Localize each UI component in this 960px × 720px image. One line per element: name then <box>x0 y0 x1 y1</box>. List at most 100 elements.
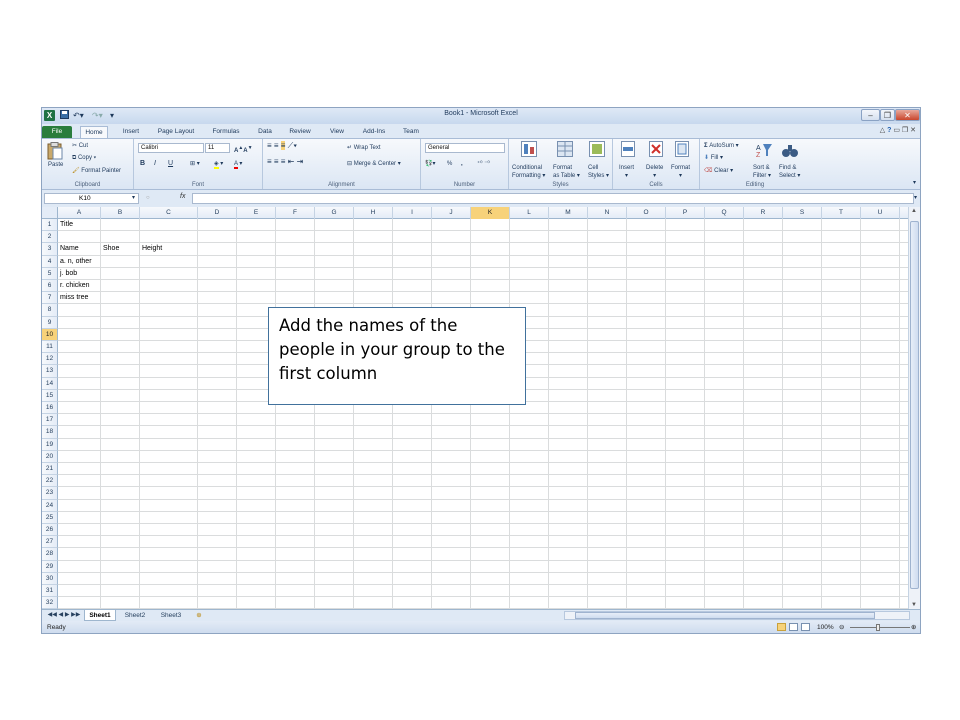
underline-button[interactable]: U <box>168 160 173 168</box>
borders-icon[interactable]: ⊞ ▾ <box>190 160 200 168</box>
row-header-20[interactable]: 20 <box>42 450 58 463</box>
row-header-5[interactable]: 5 <box>42 267 58 280</box>
zoom-level[interactable]: 100% <box>817 621 834 633</box>
row-header-2[interactable]: 2 <box>42 231 58 244</box>
zoom-slider-track[interactable] <box>850 627 910 628</box>
number-format-select[interactable]: General <box>425 143 505 153</box>
column-header-g[interactable]: G <box>315 207 354 219</box>
merge-center-button[interactable]: ⊟ Merge & Center ▾ <box>347 160 401 168</box>
comma-button[interactable]: , <box>461 160 463 168</box>
tab-page-layout[interactable]: Page Layout <box>152 126 200 138</box>
sort-filter-icon[interactable]: AZ <box>756 142 772 163</box>
row-header-6[interactable]: 6 <box>42 280 58 293</box>
cell-styles-button[interactable]: Cell Styles ▾ <box>588 164 609 180</box>
zoom-slider-thumb[interactable] <box>876 624 880 631</box>
column-header-p[interactable]: P <box>666 207 705 219</box>
row-header-22[interactable]: 22 <box>42 475 58 488</box>
currency-icon[interactable]: 💱▾ <box>425 160 435 168</box>
cell-a5[interactable]: j. bob <box>60 268 77 280</box>
row-header-4[interactable]: 4 <box>42 255 58 268</box>
cell-a7[interactable]: miss tree <box>60 292 88 304</box>
row-header-13[interactable]: 13 <box>42 365 58 378</box>
tab-home[interactable]: Home <box>80 126 108 138</box>
row-header-10[interactable]: 10 <box>42 328 58 341</box>
format-cells-button[interactable]: Format ▾ <box>671 164 690 180</box>
scroll-up-icon[interactable]: ▲ <box>911 208 917 214</box>
select-all-corner[interactable] <box>42 207 58 219</box>
align-left-icons[interactable]: ≡ ≡ ≡ ⇤ ⇥ <box>267 158 303 166</box>
zoom-out-icon[interactable]: ⊖ <box>839 621 844 633</box>
conditional-formatting-button[interactable]: Conditional Formatting ▾ <box>512 164 545 180</box>
binoculars-icon[interactable] <box>782 142 798 163</box>
column-header-f[interactable]: F <box>276 207 315 219</box>
column-header-k[interactable]: K <box>471 207 510 219</box>
row-header-7[interactable]: 7 <box>42 292 58 305</box>
ribbon-expand-icon[interactable]: ▾ <box>913 179 916 187</box>
insert-sheet-icon[interactable]: ⊕ <box>192 610 206 621</box>
sheet-tab-3[interactable]: Sheet3 <box>154 610 188 621</box>
row-header-8[interactable]: 8 <box>42 304 58 317</box>
row-header-23[interactable]: 23 <box>42 487 58 500</box>
column-header-b[interactable]: B <box>101 207 140 219</box>
column-header-c[interactable]: C <box>140 207 198 219</box>
column-header-o[interactable]: O <box>627 207 666 219</box>
sheet-tab-1[interactable]: Sheet1 <box>84 610 116 621</box>
row-header-12[interactable]: 12 <box>42 353 58 366</box>
row-header-3[interactable]: 3 <box>42 243 58 256</box>
cell-a3[interactable]: Name <box>60 243 79 255</box>
cell-a1[interactable]: Title <box>60 219 73 231</box>
wrap-text-button[interactable]: ↵ Wrap Text <box>347 144 381 152</box>
column-header-j[interactable]: J <box>432 207 471 219</box>
formula-expand-icon[interactable]: ▾ <box>914 194 917 202</box>
help-icon[interactable]: ? <box>887 127 891 134</box>
cut-button[interactable]: ✂ Cut <box>72 142 88 150</box>
restore-button[interactable]: ❐ <box>880 109 895 121</box>
format-cells-icon[interactable] <box>675 141 689 162</box>
insert-cells-button[interactable]: Insert ▾ <box>619 164 634 180</box>
tab-view[interactable]: View <box>324 126 350 138</box>
sort-filter-button[interactable]: Sort & Filter ▾ <box>753 164 771 180</box>
column-header-l[interactable]: L <box>510 207 549 219</box>
tab-review[interactable]: Review <box>284 126 316 138</box>
column-header-n[interactable]: N <box>588 207 627 219</box>
tab-add-ins[interactable]: Add-Ins <box>356 126 392 138</box>
cell-styles-icon[interactable] <box>589 141 605 162</box>
column-header-r[interactable]: R <box>744 207 783 219</box>
font-size-select[interactable]: 11 <box>205 143 230 153</box>
row-header-31[interactable]: 31 <box>42 585 58 598</box>
row-header-27[interactable]: 27 <box>42 536 58 549</box>
scroll-down-icon[interactable]: ▼ <box>911 602 917 608</box>
row-header-11[interactable]: 11 <box>42 341 58 354</box>
tab-formulas[interactable]: Formulas <box>206 126 246 138</box>
page-break-view-icon[interactable] <box>801 623 810 631</box>
horizontal-scroll-thumb[interactable] <box>575 612 875 619</box>
row-header-32[interactable]: 32 <box>42 597 58 609</box>
format-painter-button[interactable]: 🖌 Format Painter <box>72 167 121 175</box>
sheet-tab-2[interactable]: Sheet2 <box>118 610 152 621</box>
help-icons[interactable]: △ ? ▭ ❐ ✕ <box>880 126 916 134</box>
tab-insert[interactable]: Insert <box>116 126 146 138</box>
row-header-19[interactable]: 19 <box>42 438 58 451</box>
row-header-28[interactable]: 28 <box>42 548 58 561</box>
name-box[interactable]: K10 <box>44 193 139 204</box>
bold-button[interactable]: B <box>140 160 145 168</box>
horizontal-scrollbar[interactable] <box>564 611 910 620</box>
column-header-e[interactable]: E <box>237 207 276 219</box>
close-button[interactable]: ✕ <box>895 109 920 121</box>
fill-color-icon[interactable]: ◈ ▾ <box>214 160 223 169</box>
column-header-a[interactable]: A <box>58 207 101 219</box>
row-header-14[interactable]: 14 <box>42 377 58 390</box>
column-header-m[interactable]: M <box>549 207 588 219</box>
worksheet-grid[interactable]: ABCDEFGHIJKLMNOPQRSTU 1 2 3 4 5 6 7 8 9 10 11 12 13 1… <box>42 207 908 609</box>
normal-view-icon[interactable] <box>777 623 786 631</box>
tab-file[interactable]: File <box>42 126 72 138</box>
column-header-h[interactable]: H <box>354 207 393 219</box>
format-as-table-icon[interactable] <box>557 141 573 162</box>
column-header-q[interactable]: Q <box>705 207 744 219</box>
delete-cells-icon[interactable] <box>649 141 663 162</box>
row-header-1[interactable]: 1 <box>42 219 58 232</box>
row-header-30[interactable]: 30 <box>42 572 58 585</box>
conditional-formatting-icon[interactable] <box>521 141 537 162</box>
delete-cells-button[interactable]: Delete ▾ <box>646 164 663 180</box>
row-header-25[interactable]: 25 <box>42 511 58 524</box>
